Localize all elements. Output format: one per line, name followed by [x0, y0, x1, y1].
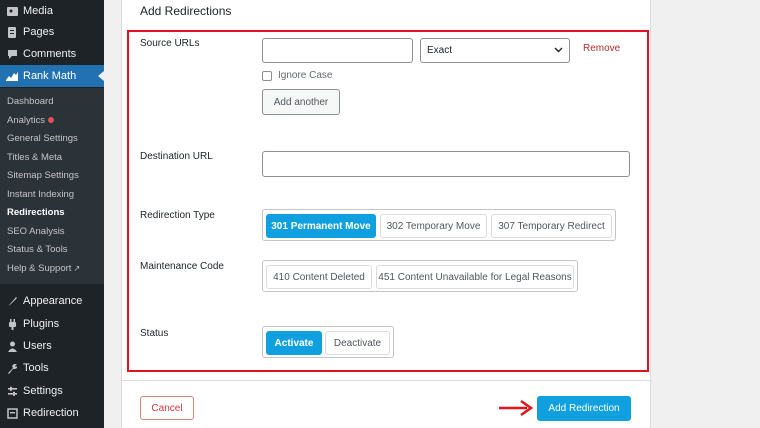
sidebar-item-label: Tools — [23, 362, 49, 374]
add-redirection-card: Add Redirections Source URLs Exact Remov… — [121, 0, 652, 428]
status-group: Activate Deactivate — [262, 326, 394, 358]
submenu-item-redirections[interactable]: Redirections — [7, 207, 65, 218]
sidebar-item-tools[interactable]: Tools — [0, 357, 104, 379]
pages-icon — [6, 26, 18, 38]
redirection-type-group: 301 Permanent Move 302 Temporary Move 30… — [262, 209, 616, 241]
sidebar-item-label: Users — [23, 340, 52, 352]
users-icon — [6, 340, 18, 352]
red-arrow-icon — [499, 399, 534, 417]
sidebar-item-plugins[interactable]: Plugins — [0, 313, 104, 335]
rank-math-icon — [6, 70, 18, 82]
highlight-box — [127, 30, 649, 372]
source-url-input[interactable] — [262, 38, 413, 63]
submenu-item-titles-meta[interactable]: Titles & Meta — [7, 152, 62, 163]
sidebar-item-settings[interactable]: Settings — [0, 380, 104, 402]
ignore-case-checkbox[interactable]: Ignore Case — [262, 70, 332, 81]
option-451-content-unavailable[interactable]: 451 Content Unavailable for Legal Reason… — [376, 265, 574, 289]
cancel-button[interactable]: Cancel — [140, 396, 194, 420]
option-307-temporary-redirect[interactable]: 307 Temporary Redirect — [491, 214, 612, 238]
submenu-item-status-tools[interactable]: Status & Tools — [7, 244, 68, 255]
sidebar-item-pages[interactable]: Pages — [0, 21, 104, 43]
submenu-item-analytics[interactable]: Analytics — [7, 115, 55, 126]
appearance-icon — [6, 295, 18, 307]
option-deactivate[interactable]: Deactivate — [325, 331, 390, 355]
plugins-icon — [6, 318, 18, 330]
option-302-temporary-move[interactable]: 302 Temporary Move — [380, 214, 487, 238]
match-type-select[interactable]: Exact — [420, 38, 570, 63]
status-label: Status — [140, 328, 169, 339]
settings-icon — [6, 385, 18, 397]
chevron-down-icon — [554, 45, 563, 57]
sidebar-item-label: Comments — [23, 48, 77, 60]
ignore-case-label: Ignore Case — [278, 70, 333, 81]
sidebar-item-label: Rank Math — [23, 70, 77, 82]
submenu-item-dashboard[interactable]: Dashboard — [7, 96, 53, 107]
sidebar-item-label: Settings — [23, 385, 63, 397]
match-type-value: Exact — [427, 45, 453, 56]
card-title: Add Redirections — [140, 4, 232, 18]
sidebar-item-label: Pages — [23, 26, 55, 38]
redirection-icon — [6, 407, 18, 419]
option-activate[interactable]: Activate — [266, 331, 322, 355]
admin-sidebar: Media Pages Comments Rank Math Dashboard… — [0, 0, 104, 428]
option-410-content-deleted[interactable]: 410 Content Deleted — [266, 265, 372, 289]
comments-icon — [6, 48, 18, 60]
add-redirection-button[interactable]: Add Redirection — [537, 396, 631, 421]
checkbox-icon[interactable] — [262, 70, 272, 81]
sidebar-item-label: Appearance — [23, 295, 83, 307]
media-icon — [6, 5, 18, 17]
sidebar-item-users[interactable]: Users — [0, 335, 104, 357]
add-another-button[interactable]: Add another — [262, 89, 340, 115]
maintenance-code-label: Maintenance Code — [140, 261, 224, 272]
external-link-icon: ↗ — [73, 264, 81, 273]
submenu-item-help-support[interactable]: Help & Support ↗ — [7, 263, 80, 274]
main-content: Add Redirections Source URLs Exact Remov… — [104, 0, 760, 428]
sidebar-item-label: Media — [23, 5, 53, 17]
destination-url-label: Destination URL — [140, 151, 213, 162]
notification-dot-icon — [48, 117, 55, 124]
rank-math-submenu: Dashboard Analytics General Settings Tit… — [0, 88, 104, 284]
submenu-item-seo-analysis[interactable]: SEO Analysis — [7, 226, 65, 237]
sidebar-item-label: Plugins — [23, 318, 60, 330]
sidebar-item-label: Redirection — [23, 407, 79, 419]
option-301-permanent-move[interactable]: 301 Permanent Move — [266, 214, 376, 238]
sidebar-item-comments[interactable]: Comments — [0, 43, 104, 65]
destination-url-input[interactable] — [262, 151, 630, 177]
redirection-type-label: Redirection Type — [140, 210, 215, 221]
sidebar-item-rank-math[interactable]: Rank Math — [0, 65, 104, 87]
sidebar-item-redirection[interactable]: Redirection — [0, 402, 104, 424]
submenu-item-sitemap-settings[interactable]: Sitemap Settings — [7, 170, 79, 181]
sidebar-item-media[interactable]: Media — [0, 0, 104, 22]
maintenance-code-group: 410 Content Deleted 451 Content Unavaila… — [262, 260, 578, 292]
submenu-item-general-settings[interactable]: General Settings — [7, 133, 78, 144]
footer-divider — [122, 380, 652, 381]
remove-link[interactable]: Remove — [583, 43, 620, 54]
tools-icon — [6, 362, 18, 374]
source-urls-label: Source URLs — [140, 38, 200, 49]
submenu-item-instant-indexing[interactable]: Instant Indexing — [7, 189, 74, 200]
sidebar-item-appearance[interactable]: Appearance — [0, 290, 104, 312]
